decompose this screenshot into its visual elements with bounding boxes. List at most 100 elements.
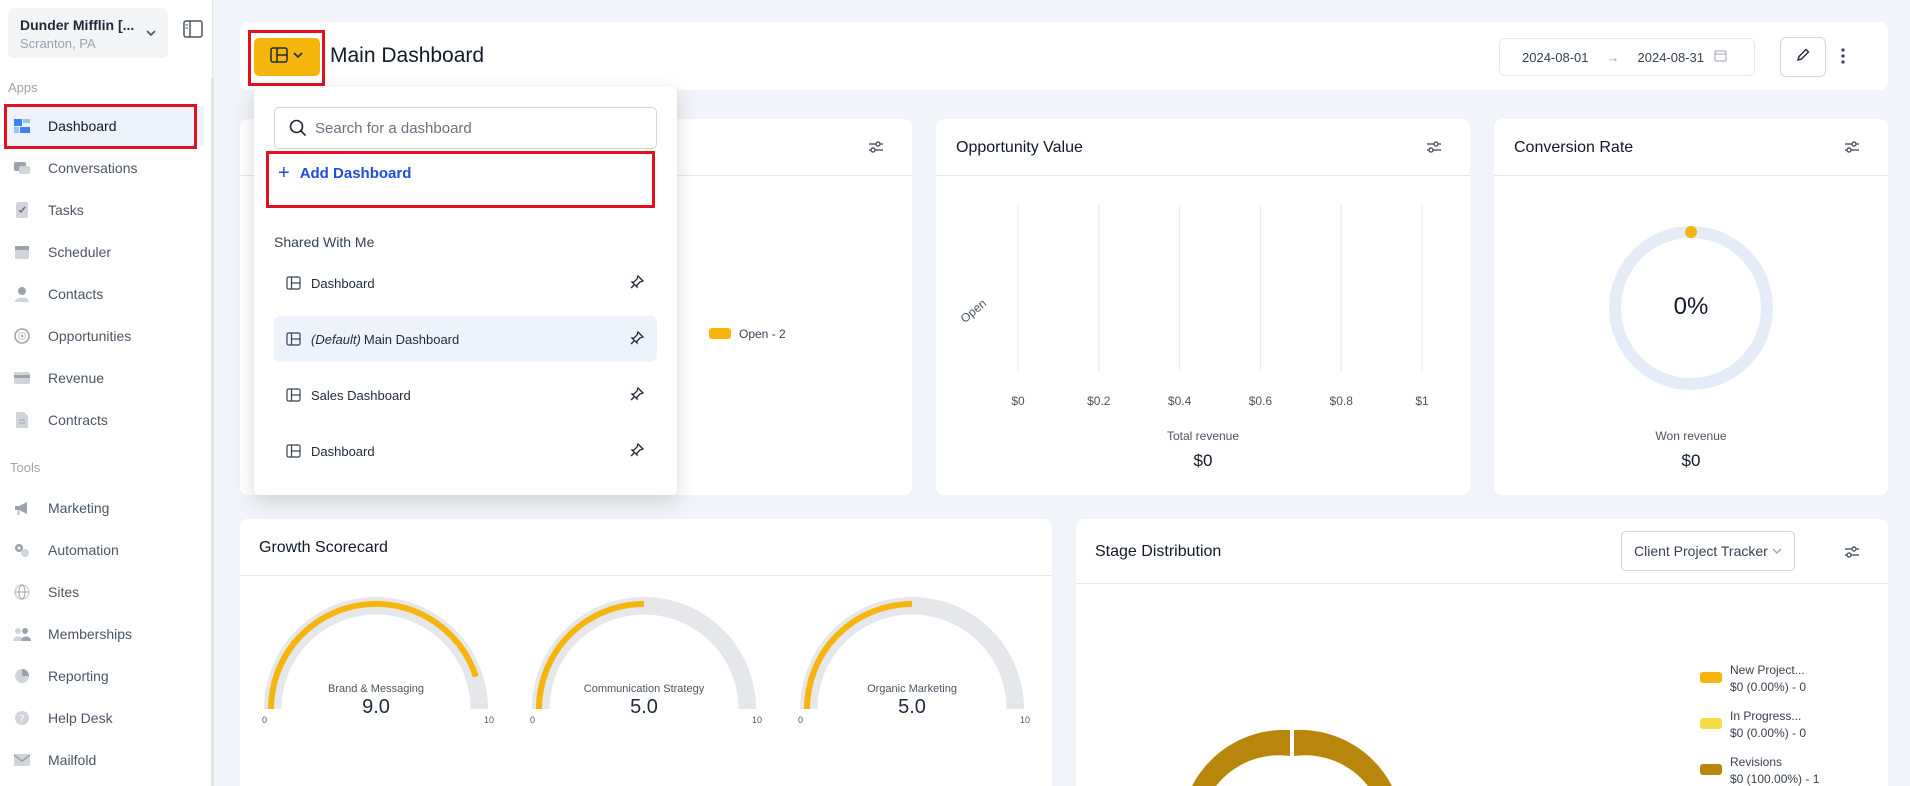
sidebar-item-label: Sites xyxy=(48,584,80,600)
sidebar-item-revenue[interactable]: Revenue xyxy=(4,358,204,398)
location-switcher[interactable]: Dunder Mifflin [... Scranton, PA xyxy=(8,8,168,58)
pin-icon[interactable] xyxy=(629,330,645,349)
target-icon xyxy=(12,326,32,346)
gauge-max-label: 10 xyxy=(483,715,494,725)
dashboard-switcher-button[interactable] xyxy=(254,38,320,76)
pin-icon[interactable] xyxy=(629,274,645,293)
filter-icon[interactable] xyxy=(1426,140,1442,159)
calendar-icon xyxy=(12,242,32,262)
date-start[interactable]: 2024-08-01 xyxy=(1522,50,1589,65)
legend-detail: $0 (0.00%) - 0 xyxy=(1730,726,1807,740)
card-title: Opportunity Value xyxy=(956,139,1083,156)
mail-icon xyxy=(12,750,32,770)
more-vertical-icon[interactable] xyxy=(1840,47,1846,70)
dashboard-list-item[interactable]: Sales Dashboard xyxy=(274,372,657,418)
layout-grid-icon xyxy=(286,276,301,290)
dashboard-name: Sales Dashboard xyxy=(311,387,411,403)
sidebar-item-memberships[interactable]: Memberships xyxy=(4,614,204,654)
layout-grid-icon xyxy=(270,46,288,68)
sidebar-item-opportunities[interactable]: Opportunities xyxy=(4,316,204,356)
gauge-label: Brand & Messaging xyxy=(328,683,424,695)
pencil-icon xyxy=(1795,47,1811,68)
opportunity-value-card: Opportunity Value $0 $0.2 $0.4 $0.6 $0.8 $1 Op… xyxy=(936,119,1470,495)
layout-grid-icon xyxy=(286,388,301,402)
date-end[interactable]: 2024-08-31 xyxy=(1638,50,1705,65)
calendar-icon xyxy=(1714,49,1727,65)
card-title: Growth Scorecard xyxy=(259,539,388,556)
legend-name: In Progress... xyxy=(1730,709,1802,723)
x-tick-label: $0.6 xyxy=(1249,394,1273,408)
dashboard-search-input[interactable]: Search for a dashboard xyxy=(274,107,657,149)
sidebar-item-conversations[interactable]: Conversations xyxy=(4,148,204,188)
sidebar-item-marketing[interactable]: Marketing xyxy=(4,488,204,528)
legend-name: New Project... xyxy=(1730,663,1805,677)
pipeline-select[interactable]: Client Project Tracker xyxy=(1621,531,1795,571)
sidebar-scrollbar[interactable] xyxy=(211,78,214,786)
sidebar-item-scheduler[interactable]: Scheduler xyxy=(4,232,204,272)
sidebar-item-label: Reporting xyxy=(48,668,109,684)
filter-icon[interactable] xyxy=(1844,140,1860,159)
dashboard-list-item[interactable]: (Default) Main Dashboard xyxy=(274,316,657,362)
pipeline-select-value: Client Project Tracker xyxy=(1634,543,1768,559)
date-range-picker[interactable]: 2024-08-01 → 2024-08-31 xyxy=(1499,38,1755,76)
sidebar-item-mailfold[interactable]: Mailfold xyxy=(4,740,204,780)
legend-swatch xyxy=(1700,764,1722,775)
sidebar-item-help-desk[interactable]: ? Help Desk xyxy=(4,698,204,738)
pie-icon xyxy=(12,666,32,686)
card-title: Conversion Rate xyxy=(1514,139,1634,156)
pin-icon[interactable] xyxy=(629,386,645,405)
gauge: Brand & Messaging 9.0 0 10 xyxy=(254,589,498,729)
sidebar-item-label: Dashboard xyxy=(48,118,117,134)
add-dashboard-button[interactable]: + Add Dashboard xyxy=(268,154,662,192)
pin-icon[interactable] xyxy=(629,442,645,461)
sidebar-item-dashboard[interactable]: Dashboard xyxy=(4,106,204,146)
sidebar-item-contracts[interactable]: Contracts xyxy=(4,400,204,440)
legend-detail: $0 (100.00%) - 1 xyxy=(1730,772,1820,786)
sidebar-item-label: Mailfold xyxy=(48,752,97,768)
gauge-value: 5.0 xyxy=(630,696,658,718)
sidebar-item-sites[interactable]: Sites xyxy=(4,572,204,612)
sidebar-item-contacts[interactable]: Contacts xyxy=(4,274,204,314)
default-tag: (Default) xyxy=(311,331,361,347)
sidebar-item-label: Conversations xyxy=(48,160,138,176)
sidebar-item-automation[interactable]: Automation xyxy=(4,530,204,570)
sidebar: Dunder Mifflin [... Scranton, PA Apps Da… xyxy=(0,0,214,786)
dashboard-list-item[interactable]: Dashboard xyxy=(274,260,657,306)
conversion-rate-card: Conversion Rate 0% Won revenue $0 xyxy=(1494,119,1888,495)
gears-icon xyxy=(12,540,32,560)
task-icon xyxy=(12,200,32,220)
sidebar-item-label: Scheduler xyxy=(48,244,112,260)
card-divider xyxy=(936,175,1470,176)
sidebar-item-reporting[interactable]: Reporting xyxy=(4,656,204,696)
legend-detail: $0 (0.00%) - 0 xyxy=(1730,680,1807,694)
arrow-right-icon: → xyxy=(1606,49,1620,65)
people-icon xyxy=(12,624,32,644)
sidebar-toggle-icon[interactable] xyxy=(183,20,203,43)
x-tick-label: $0.2 xyxy=(1087,394,1111,408)
growth-scorecard-card: Growth Scorecard Brand & Messaging 9.0 0 10… xyxy=(240,519,1052,786)
gauge-min-label: 0 xyxy=(530,715,536,725)
filter-icon[interactable] xyxy=(868,140,884,159)
search-icon xyxy=(289,119,307,137)
won-revenue-value: $0 xyxy=(1681,451,1701,470)
x-tick-label: $0 xyxy=(1011,394,1025,408)
gauge-value: 5.0 xyxy=(898,696,926,718)
dashboard-name: Dashboard xyxy=(311,275,375,291)
x-tick-label: $1 xyxy=(1415,394,1429,408)
gauge-min-label: 0 xyxy=(262,715,268,725)
legend-swatch xyxy=(1700,672,1722,683)
sidebar-item-tasks[interactable]: Tasks xyxy=(4,190,204,230)
card-divider xyxy=(240,575,1052,576)
gauge-label: Communication Strategy xyxy=(583,683,705,695)
filter-icon[interactable] xyxy=(1844,545,1860,564)
legend-swatch-open xyxy=(709,328,731,339)
sidebar-item-label: Contracts xyxy=(48,412,108,428)
document-icon xyxy=(12,410,32,430)
card-divider xyxy=(1494,175,1888,176)
sidebar-item-label: Help Desk xyxy=(48,710,113,726)
edit-button[interactable] xyxy=(1780,37,1826,77)
x-tick-label: $0.4 xyxy=(1168,394,1192,408)
dashboard-name: Main Dashboard xyxy=(363,331,460,347)
dashboard-list-item[interactable]: Dashboard xyxy=(274,428,657,474)
shared-with-me-label: Shared With Me xyxy=(274,234,375,250)
